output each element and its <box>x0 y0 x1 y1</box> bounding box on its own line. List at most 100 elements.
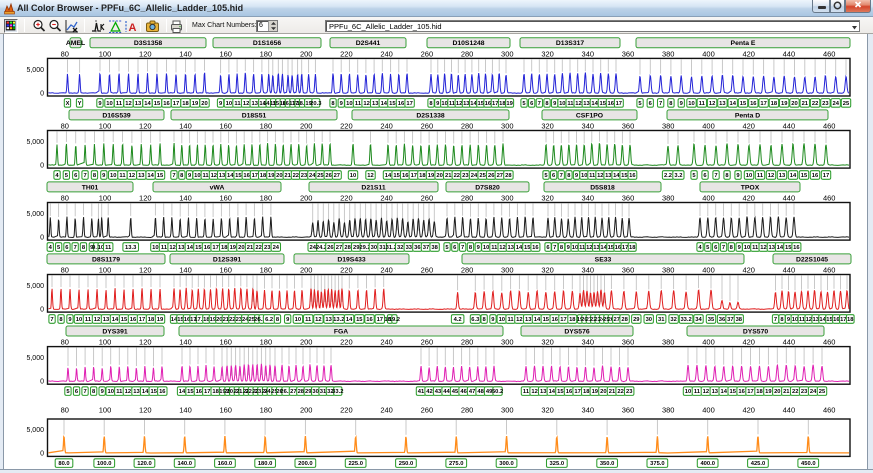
svg-text:19: 19 <box>428 173 435 179</box>
svg-text:19: 19 <box>268 173 275 179</box>
svg-text:14: 14 <box>227 173 234 179</box>
svg-text:16: 16 <box>398 101 405 107</box>
svg-text:16: 16 <box>402 173 409 179</box>
svg-text:20.3: 20.3 <box>310 101 322 107</box>
svg-text:180: 180 <box>260 193 273 202</box>
svg-text:200: 200 <box>300 338 313 347</box>
svg-text:200: 200 <box>300 265 313 274</box>
svg-text:400: 400 <box>702 406 715 415</box>
svg-text:10: 10 <box>559 101 565 107</box>
svg-text:100: 100 <box>99 338 112 347</box>
svg-text:15: 15 <box>195 245 202 251</box>
svg-text:23: 23 <box>462 173 469 179</box>
svg-text:D2S1338: D2S1338 <box>416 112 445 119</box>
svg-text:440: 440 <box>783 121 796 130</box>
svg-text:220: 220 <box>340 406 353 415</box>
svg-text:7: 7 <box>538 101 541 107</box>
svg-text:360: 360 <box>622 193 635 202</box>
svg-text:13.3: 13.3 <box>125 245 137 251</box>
svg-text:23: 23 <box>301 173 308 179</box>
svg-text:10: 10 <box>110 173 116 179</box>
svg-text:36: 36 <box>719 317 726 323</box>
svg-text:10: 10 <box>226 101 232 107</box>
svg-text:5,000: 5,000 <box>26 427 44 434</box>
svg-text:360: 360 <box>622 49 635 58</box>
svg-text:17: 17 <box>139 317 145 323</box>
svg-text:23: 23 <box>822 101 829 107</box>
svg-text:13: 13 <box>325 317 332 323</box>
svg-text:280: 280 <box>461 338 474 347</box>
svg-text:11: 11 <box>203 173 210 179</box>
svg-text:0: 0 <box>40 235 44 242</box>
svg-text:10: 10 <box>107 389 113 395</box>
svg-text:320: 320 <box>541 193 554 202</box>
svg-text:22: 22 <box>229 317 235 323</box>
svg-text:D21S11: D21S11 <box>361 184 385 191</box>
svg-text:D8S1179: D8S1179 <box>92 256 120 263</box>
svg-text:25: 25 <box>843 101 850 107</box>
svg-text:11: 11 <box>116 389 123 395</box>
svg-text:13: 13 <box>135 101 142 107</box>
svg-text:27: 27 <box>613 317 619 323</box>
svg-text:14: 14 <box>777 245 784 251</box>
svg-text:180: 180 <box>260 49 273 58</box>
svg-text:43: 43 <box>435 389 442 395</box>
svg-text:18: 18 <box>260 173 267 179</box>
svg-text:100: 100 <box>99 121 112 130</box>
svg-text:2.2: 2.2 <box>664 173 672 179</box>
svg-text:160: 160 <box>219 338 232 347</box>
svg-text:340: 340 <box>582 49 595 58</box>
svg-text:320: 320 <box>541 265 554 274</box>
svg-text:17: 17 <box>616 101 622 107</box>
svg-text:DYS570: DYS570 <box>743 328 769 335</box>
svg-text:260: 260 <box>421 338 434 347</box>
svg-text:11: 11 <box>757 173 764 179</box>
svg-text:D19S433: D19S433 <box>337 256 366 263</box>
svg-text:TH01: TH01 <box>82 184 99 191</box>
svg-text:240: 240 <box>380 265 393 274</box>
svg-text:26: 26 <box>488 173 495 179</box>
svg-text:420: 420 <box>742 121 755 130</box>
svg-text:15: 15 <box>150 389 157 395</box>
svg-text:37: 37 <box>727 317 733 323</box>
svg-text:160: 160 <box>219 193 232 202</box>
svg-text:420: 420 <box>742 406 755 415</box>
svg-text:13.2: 13.2 <box>333 317 344 323</box>
svg-text:24: 24 <box>309 173 316 179</box>
svg-text:80: 80 <box>61 121 69 130</box>
svg-text:CSF1PO: CSF1PO <box>576 112 603 119</box>
svg-text:80: 80 <box>61 265 69 274</box>
svg-text:16: 16 <box>532 245 539 251</box>
svg-text:12: 12 <box>315 317 321 323</box>
svg-text:400: 400 <box>702 193 715 202</box>
svg-text:32: 32 <box>397 245 403 251</box>
svg-text:11: 11 <box>523 389 530 395</box>
svg-text:300: 300 <box>501 406 514 415</box>
svg-text:120: 120 <box>139 265 152 274</box>
svg-text:18: 18 <box>148 317 155 323</box>
svg-text:10: 10 <box>792 317 798 323</box>
svg-text:16: 16 <box>750 101 757 107</box>
svg-text:0: 0 <box>40 163 44 170</box>
svg-text:12: 12 <box>703 389 709 395</box>
svg-text:340: 340 <box>582 121 595 130</box>
svg-text:14: 14 <box>385 173 392 179</box>
svg-text:45: 45 <box>452 389 459 395</box>
svg-text:20: 20 <box>791 101 797 107</box>
svg-text:11: 11 <box>116 101 123 107</box>
svg-text:440: 440 <box>783 406 796 415</box>
svg-text:36: 36 <box>414 245 421 251</box>
svg-text:30: 30 <box>646 317 652 323</box>
svg-text:380: 380 <box>662 338 675 347</box>
svg-text:15: 15 <box>524 245 531 251</box>
svg-text:33.2: 33.2 <box>332 389 343 395</box>
svg-text:46: 46 <box>460 389 467 395</box>
svg-text:D22S1045: D22S1045 <box>796 256 828 263</box>
svg-text:38: 38 <box>736 317 743 323</box>
svg-text:200.0: 200.0 <box>298 461 313 467</box>
svg-text:26: 26 <box>325 173 332 179</box>
svg-text:16: 16 <box>204 245 211 251</box>
svg-text:380: 380 <box>662 406 675 415</box>
svg-text:vWA: vWA <box>210 184 225 191</box>
svg-text:260: 260 <box>421 49 434 58</box>
